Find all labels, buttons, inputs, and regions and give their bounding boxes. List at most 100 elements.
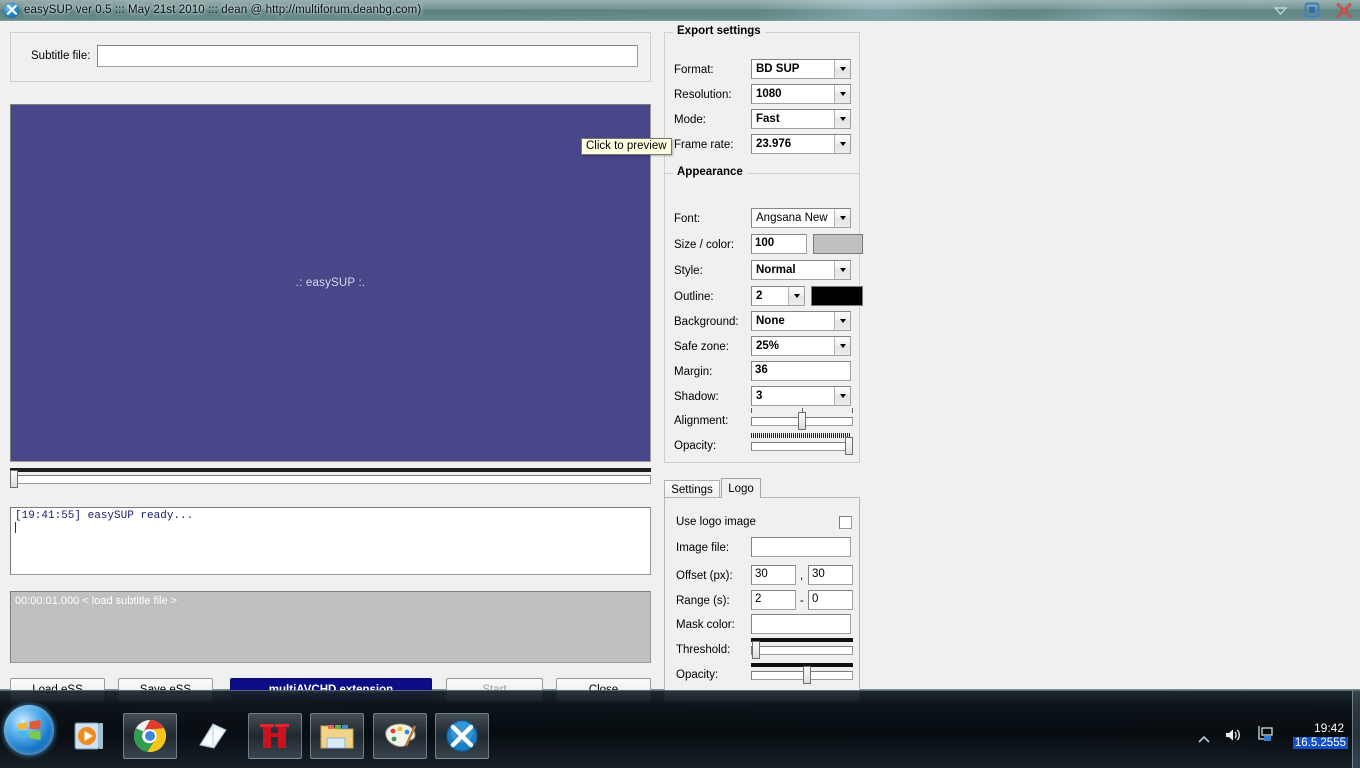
chevron-down-icon[interactable] [834,387,850,405]
start-button[interactable] [4,705,54,755]
network-icon[interactable] [1254,725,1274,748]
taskbar-chrome[interactable] [123,713,177,759]
taskbar-red-app[interactable] [248,713,302,759]
opacity-track [751,442,853,451]
speaker-icon[interactable] [1224,727,1242,748]
minimize-button[interactable] [1270,1,1290,19]
outline-combo[interactable]: 2 [751,286,805,306]
threshold-thumb[interactable] [752,641,760,659]
close-button[interactable] [1334,1,1354,19]
chevron-down-icon[interactable] [834,209,850,227]
mode-combo[interactable]: Fast [751,109,851,129]
show-desktop-button[interactable] [1352,691,1360,768]
range-label: Range (s): [676,595,730,607]
margin-input[interactable]: 36 [751,361,851,381]
logo-opacity-label: Opacity: [676,669,719,681]
font-value: Angsana New [756,212,828,224]
chevron-down-icon[interactable] [788,287,804,305]
logo-opacity-ticks [751,663,853,667]
appearance-group: Appearance Font: Angsana New Size / colo… [664,166,863,463]
easysup-window: easySUP ver 0.5 ::: May 21st 2010 ::: de… [0,0,1360,702]
offset-y-input[interactable]: 30 [808,565,853,585]
tab-settings[interactable]: Settings [664,480,720,498]
background-value: None [756,315,785,327]
chevron-down-icon[interactable] [834,135,850,153]
style-combo[interactable]: Normal [751,260,851,280]
font-label: Font: [674,213,701,225]
blue-x-icon [4,2,19,18]
chevron-up-icon[interactable] [1198,732,1210,750]
outline-color-swatch[interactable] [811,286,863,306]
frame-rate-value: 23.976 [756,138,792,150]
mask-color-input[interactable] [751,614,851,634]
offset-separator: , [800,570,804,582]
chevron-down-icon[interactable] [834,60,850,78]
image-file-input[interactable] [751,537,851,557]
offset-x-input[interactable]: 30 [751,565,796,585]
maximize-button[interactable] [1302,1,1322,19]
timeline-thumb[interactable] [10,470,18,488]
timeline-slider[interactable] [10,466,651,492]
log-caret [15,522,16,533]
use-logo-checkbox[interactable] [839,516,852,529]
taskbar-explorer[interactable] [310,713,364,759]
taskbar-easysup[interactable] [435,713,489,759]
list-item[interactable]: 00:00:01.000 < load subtitle file > [15,595,646,607]
chevron-down-icon[interactable] [834,312,850,330]
opacity-thumb[interactable] [845,437,853,455]
format-value: BD SUP [756,63,800,75]
alignment-thumb[interactable] [798,412,806,430]
logo-opacity-thumb[interactable] [803,666,811,684]
resolution-value: 1080 [756,88,782,100]
font-size-input[interactable]: 100 [751,234,807,254]
threshold-slider[interactable] [751,637,853,663]
size-color-label: Size / color: [674,239,735,251]
logo-opacity-track [751,671,853,680]
logo-opacity-slider[interactable] [751,662,853,688]
window-title: easySUP ver 0.5 ::: May 21st 2010 ::: de… [24,4,422,16]
alignment-slider[interactable] [751,408,853,434]
frame-rate-combo[interactable]: 23.976 [751,134,851,154]
format-label: Format: [674,64,714,76]
chevron-down-icon[interactable] [834,337,850,355]
outline-value: 2 [756,290,763,302]
logo-tab-panel: Use logo image Image file: Offset (px): … [664,497,860,702]
chevron-down-icon[interactable] [834,261,850,279]
safe-zone-combo[interactable]: 25% [751,336,851,356]
taskbar-notepad[interactable] [187,713,241,759]
log-output[interactable]: [19:41:55] easySUP ready... [10,507,651,575]
subtitle-file-input[interactable] [97,45,638,67]
chevron-down-icon[interactable] [834,110,850,128]
taskbar-clock-time[interactable]: 19:42 [1314,721,1344,735]
shadow-value: 3 [756,390,763,402]
preview-placeholder-text: .: easySUP :. [295,277,366,289]
threshold-track [751,646,853,655]
taskbar-clock-date[interactable]: 16.5.2555 [1292,737,1348,749]
subtitle-list[interactable]: 00:00:01.000 < load subtitle file > [10,591,651,663]
font-combo[interactable]: Angsana New [751,208,851,228]
shadow-combo[interactable]: 3 [751,386,851,406]
timeline-track [10,475,651,484]
taskbar: 19:42 16.5.2555 [0,690,1360,768]
timeline-ticks [10,468,651,472]
subtitle-file-label: Subtitle file: [31,50,91,62]
range-to-input[interactable]: 0 [808,590,853,610]
opacity-ticks [751,433,853,438]
range-separator: - [800,595,804,607]
font-color-swatch[interactable] [813,234,863,254]
appearance-opacity-slider[interactable] [751,433,853,459]
background-combo[interactable]: None [751,311,851,331]
use-logo-label: Use logo image [676,516,756,528]
chevron-down-icon[interactable] [834,85,850,103]
tab-logo[interactable]: Logo [721,478,761,498]
style-value: Normal [756,264,796,276]
taskbar-paint[interactable] [373,713,427,759]
range-from-input[interactable]: 2 [751,590,796,610]
threshold-label: Threshold: [676,644,731,656]
resolution-combo[interactable]: 1080 [751,84,851,104]
image-file-label: Image file: [676,542,730,554]
preview-canvas[interactable]: .: easySUP :. [10,104,651,462]
format-combo[interactable]: BD SUP [751,59,851,79]
taskbar-media-player[interactable] [62,713,116,759]
window-titlebar[interactable]: easySUP ver 0.5 ::: May 21st 2010 ::: de… [0,0,1360,21]
